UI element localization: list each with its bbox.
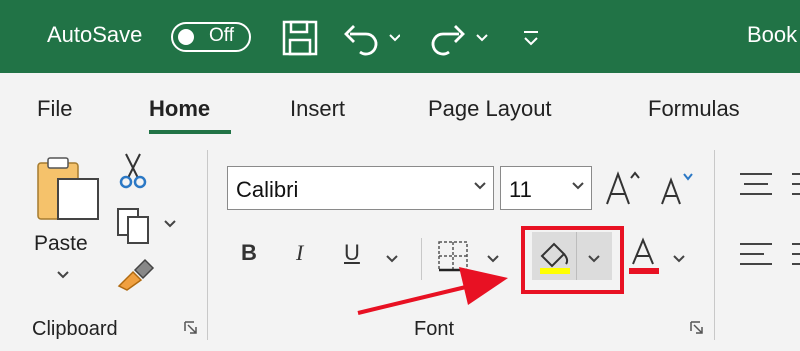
paste-dropdown-icon[interactable]	[56, 270, 70, 280]
cut-icon[interactable]	[118, 152, 148, 190]
font-color-icon[interactable]	[625, 236, 661, 276]
font-launcher-icon[interactable]	[690, 321, 704, 335]
font-group-label: Font	[414, 318, 455, 340]
top-align-icon[interactable]	[740, 170, 800, 200]
autosave-toggle[interactable]: Off	[171, 22, 251, 52]
undo-icon[interactable]	[340, 18, 400, 58]
save-icon[interactable]	[280, 18, 320, 58]
decrease-font-size-icon[interactable]	[658, 170, 694, 208]
copy-icon[interactable]	[114, 205, 154, 245]
active-tab-indicator	[149, 130, 231, 134]
copy-dropdown-icon[interactable]	[163, 219, 177, 229]
tab-page-layout[interactable]: Page Layout	[428, 96, 552, 122]
font-name-value: Calibri	[236, 177, 299, 202]
clipboard-launcher-icon[interactable]	[184, 321, 198, 335]
toolbar-separator	[421, 238, 422, 280]
format-painter-icon[interactable]	[115, 258, 155, 292]
autosave-label: AutoSave	[47, 22, 143, 47]
autosave-state: Off	[209, 25, 234, 46]
tab-formulas[interactable]: Formulas	[648, 96, 740, 122]
customize-qat-icon[interactable]	[520, 18, 542, 58]
borders-dropdown-icon[interactable]	[486, 254, 500, 264]
font-size-combo[interactable]: 11	[500, 166, 592, 210]
font-name-combo[interactable]: Calibri	[227, 166, 494, 210]
workbook-title: Book	[747, 22, 798, 47]
chevron-down-icon[interactable]	[473, 181, 487, 191]
underline-dropdown-icon[interactable]	[385, 254, 399, 264]
borders-icon[interactable]	[437, 240, 469, 272]
group-separator	[714, 150, 715, 340]
font-size-value: 11	[509, 177, 532, 202]
chevron-down-icon[interactable]	[571, 181, 585, 191]
redo-icon[interactable]	[425, 18, 490, 58]
highlight-box	[521, 226, 624, 294]
italic-button[interactable]: I	[296, 240, 303, 266]
toggle-knob	[178, 29, 194, 45]
clipboard-group-label: Clipboard	[32, 318, 118, 340]
increase-font-size-icon[interactable]	[604, 168, 642, 208]
tab-insert[interactable]: Insert	[290, 96, 345, 122]
ribbon-tabs: File Home Insert Page Layout Formulas	[0, 73, 800, 138]
tab-file[interactable]: File	[37, 96, 72, 122]
tab-home[interactable]: Home	[149, 96, 210, 122]
bold-button[interactable]: B	[241, 240, 257, 266]
align-left-icon[interactable]	[740, 240, 800, 270]
paste-icon[interactable]	[36, 155, 102, 223]
paste-label[interactable]: Paste	[34, 232, 88, 256]
underline-button[interactable]: U	[344, 240, 360, 266]
font-color-dropdown-icon[interactable]	[672, 254, 686, 264]
title-bar: AutoSave Off Book	[0, 0, 800, 73]
group-separator	[207, 150, 208, 340]
